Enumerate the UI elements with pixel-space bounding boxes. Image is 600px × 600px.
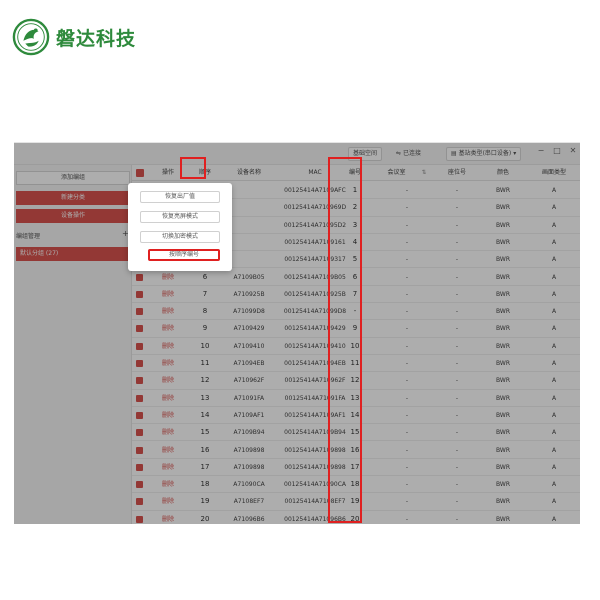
menu-item-number-in-order[interactable]: 按顺序编号 [148,249,220,261]
order-menu-popup: 恢复出厂值 恢复亮屏模式 切换加密模式 按顺序编号 [128,183,232,271]
menu-item-restore-mode[interactable]: 恢复亮屏模式 [140,211,220,223]
app-window: 基础空间 ⇋ 已连接 ▤ 基站类型(串口设备) ▾ − □ ✕ 添加编组 新建分… [14,142,580,524]
brand-logo: 磐达科技 [12,18,136,56]
brand-logo-icon [12,18,50,56]
modal-overlay[interactable] [14,143,580,524]
menu-item-factory-reset[interactable]: 恢复出厂值 [140,191,220,203]
menu-item-encrypt-mode[interactable]: 切换加密模式 [140,231,220,243]
brand-name: 磐达科技 [56,27,137,50]
